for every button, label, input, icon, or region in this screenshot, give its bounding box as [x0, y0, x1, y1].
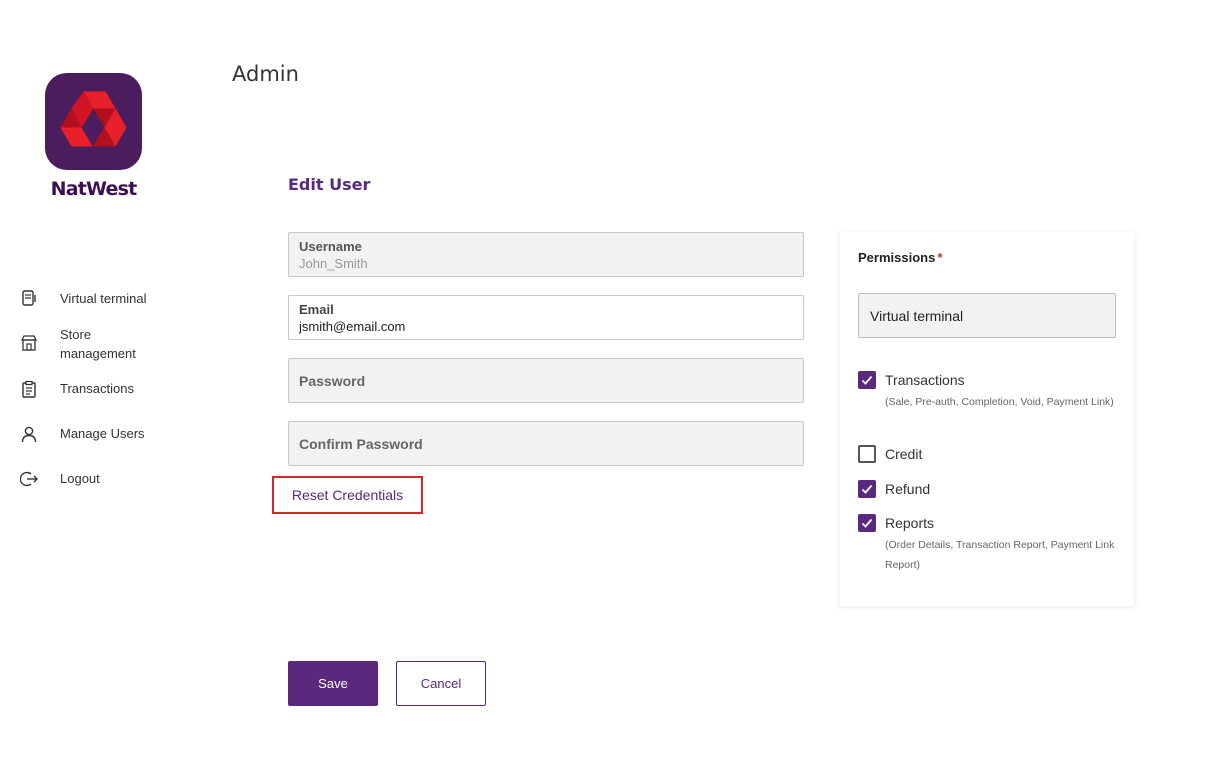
permissions-title: Permissions * [858, 250, 942, 265]
sidebar-item-virtual-terminal[interactable]: Virtual terminal [20, 289, 146, 307]
save-button[interactable]: Save [288, 661, 378, 706]
reset-credentials-link[interactable]: Reset Credentials [272, 476, 423, 514]
check-icon [861, 375, 873, 385]
sidebar-item-label: Transactions [60, 381, 134, 396]
permissions-title-text: Permissions [858, 250, 936, 265]
credit-checkbox[interactable] [858, 445, 876, 463]
permission-label: Credit [885, 446, 923, 462]
natwest-logo [45, 73, 142, 170]
username-label: Username [299, 239, 362, 254]
check-icon [861, 484, 873, 494]
check-icon [861, 518, 873, 528]
permission-description: (Sale, Pre-auth, Completion, Void, Payme… [885, 396, 1114, 408]
cancel-button[interactable]: Cancel [396, 661, 486, 706]
page-title: Admin [232, 62, 299, 86]
username-field: Username John_Smith [288, 232, 804, 277]
terminal-icon [20, 289, 38, 307]
sidebar-item-logout[interactable]: Logout [19, 470, 100, 488]
permission-label: Reports [885, 515, 935, 531]
sidebar-item-label: Manage Users [60, 426, 145, 441]
sidebar-item-transactions[interactable]: Transactions [20, 380, 134, 398]
username-value: John_Smith [299, 256, 368, 271]
sidebar-item-label: Logout [60, 471, 100, 486]
transactions-checkbox[interactable] [858, 371, 876, 389]
required-mark: * [937, 250, 943, 265]
permission-label: Refund [885, 481, 931, 497]
permissions-card: Permissions * Virtual terminal Transactio… [840, 232, 1134, 606]
permission-label: Transactions [885, 372, 965, 388]
password-field[interactable]: Password [288, 358, 804, 403]
email-value[interactable]: jsmith@email.com [299, 318, 793, 336]
edit-user-title: Edit User [288, 175, 371, 194]
refund-checkbox[interactable] [858, 480, 876, 498]
email-label: Email [299, 302, 334, 317]
user-icon [20, 425, 38, 443]
brand-name: NatWest [50, 178, 138, 200]
sidebar-item-manage-users[interactable]: Manage Users [20, 425, 145, 443]
sidebar-item-label: Store management [60, 327, 136, 361]
email-field[interactable]: Email jsmith@email.com [288, 295, 804, 340]
permission-description: (Order Details, Transaction Report, Paym… [885, 539, 1115, 571]
natwest-cubes-icon [60, 91, 127, 147]
role-select[interactable]: Virtual terminal [858, 293, 1116, 338]
confirm-password-field[interactable]: Confirm Password [288, 421, 804, 466]
store-icon [20, 334, 38, 352]
clipboard-icon [20, 380, 38, 398]
logout-icon [19, 470, 38, 488]
confirm-password-placeholder: Confirm Password [299, 436, 423, 452]
sidebar-item-store-management[interactable]: Store management [20, 327, 136, 361]
password-placeholder: Password [299, 373, 366, 389]
sidebar-item-label: Virtual terminal [60, 291, 147, 306]
role-select-value: Virtual terminal [870, 307, 964, 324]
reports-checkbox[interactable] [858, 514, 876, 532]
